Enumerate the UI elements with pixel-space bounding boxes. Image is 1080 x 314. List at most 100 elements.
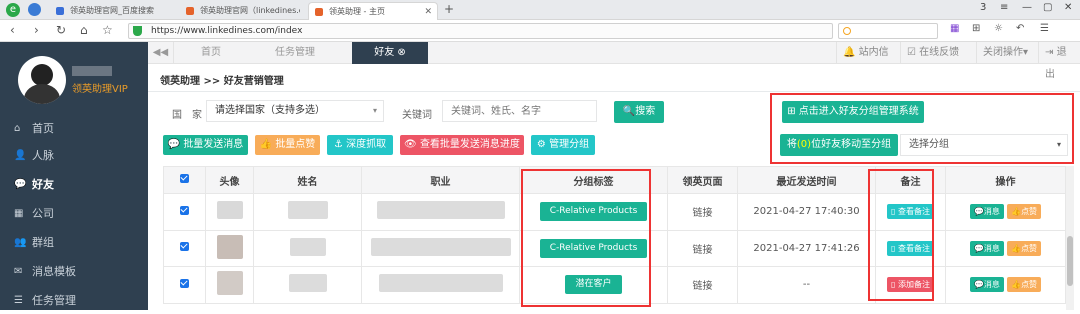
bell-icon: 🔔	[843, 47, 856, 58]
menu-icon[interactable]: ≡	[1000, 2, 1008, 13]
tab-label: 好友	[374, 47, 395, 58]
message-button[interactable]: 💬消息	[969, 204, 1004, 220]
batch-message-button[interactable]: 💬 批量发送消息	[163, 135, 248, 155]
sidebar-item-friends[interactable]: 💬 好友	[0, 172, 148, 198]
last-sent-time: --	[737, 266, 876, 304]
sidebar-item-label: 首页	[32, 122, 54, 135]
view-note-button[interactable]: ▯ 查看备注	[887, 240, 934, 256]
move-suffix: 位好友移动至分组	[811, 139, 892, 150]
inbox-link[interactable]: 🔔 站内信	[836, 42, 895, 64]
collapse-left-icon[interactable]: ◀◀	[148, 42, 174, 64]
sidebar-item-tasks[interactable]: ☰ 任务管理	[0, 288, 148, 314]
search-button[interactable]: 🔍搜索	[614, 101, 664, 123]
sidebar-item-contacts[interactable]: 👤 人脉	[0, 143, 148, 169]
browser-tab-3[interactable]: 领英助理 - 主页 ✕	[308, 2, 438, 20]
deep-crawl-button[interactable]: ⚓ 深度抓取	[327, 135, 393, 155]
inbox-label: 站内信	[858, 47, 889, 58]
thumbs-up-icon: 👍	[1011, 243, 1022, 253]
back-icon[interactable]: ‹	[10, 23, 15, 37]
new-tab-icon[interactable]: +	[444, 2, 454, 16]
close-tab-icon[interactable]: ⊗	[397, 47, 405, 58]
like-button[interactable]: 👍点赞	[1007, 240, 1042, 256]
forward-icon[interactable]: ›	[34, 23, 39, 37]
close-window-icon[interactable]: ✕	[1064, 2, 1072, 13]
message-label: 消息	[983, 280, 1000, 290]
note-label: 添加备注	[897, 280, 930, 290]
avatar[interactable]	[18, 56, 66, 104]
nav-arrow-icon[interactable]	[28, 3, 41, 16]
scrollbar-thumb[interactable]	[1067, 236, 1073, 286]
linkedin-link[interactable]: 链接	[667, 193, 738, 231]
feedback-link[interactable]: ☑ 在线反馈	[900, 42, 965, 64]
browser-tab-2[interactable]: 领英助理官网（linkedines.com	[180, 2, 300, 20]
group-tag[interactable]: C-Relative Products	[539, 202, 648, 222]
thumbs-up-icon: 👍	[1011, 207, 1022, 217]
message-button[interactable]: 💬消息	[969, 277, 1004, 293]
checkbox-icon[interactable]	[180, 174, 189, 183]
sidebar-item-company[interactable]: ▦ 公司	[0, 201, 148, 227]
linkedin-link[interactable]: 链接	[667, 229, 738, 267]
last-sent-time: 2021-04-27 17:41:26	[737, 229, 876, 267]
minimize-icon[interactable]: —	[1022, 2, 1032, 13]
url-text: https://www.linkedines.com/index	[151, 26, 303, 36]
tab-friends[interactable]: 好友 ⊗	[352, 42, 428, 64]
chat-bubble-icon: 💬	[973, 280, 984, 290]
browser-menu-icon[interactable]: ☰	[1040, 23, 1049, 34]
apps-icon[interactable]: ⊞	[972, 23, 980, 34]
tab-home[interactable]: 首页	[176, 42, 246, 64]
enter-group-system-button[interactable]: ⊞ 点击进入好友分组管理系统	[782, 101, 924, 123]
move-to-group-button[interactable]: 将(0)位好友移动至分组	[780, 134, 898, 156]
like-button[interactable]: 👍点赞	[1007, 204, 1042, 220]
keyword-input[interactable]	[442, 100, 597, 122]
like-button[interactable]: 👍点赞	[1007, 277, 1042, 293]
logout-link[interactable]: ⇥ 退出	[1038, 42, 1080, 80]
add-note-button[interactable]: ▯ 添加备注	[887, 277, 934, 293]
extension-icon[interactable]: ▦	[950, 23, 959, 34]
browser-tab-strip: e 领英助理官网_百度搜索 领英助理官网（linkedines.com 领英助理…	[0, 0, 1080, 20]
linkedin-link[interactable]: 链接	[667, 266, 738, 304]
eye-icon: 👁	[404, 139, 417, 150]
view-progress-button[interactable]: 👁 查看批量发送消息进度	[400, 135, 524, 155]
restore-icon[interactable]: ▢	[1043, 2, 1052, 13]
vertical-scrollbar[interactable]	[1066, 166, 1074, 310]
favorite-star-icon[interactable]: ☆	[102, 23, 113, 37]
sidebar-item-groups[interactable]: 👥 群组	[0, 230, 148, 256]
close-ops-dropdown[interactable]: 关闭操作▾	[976, 42, 1034, 64]
group-tag[interactable]: 潜在客户	[565, 275, 622, 295]
browser-tab-1[interactable]: 领英助理官网_百度搜索	[50, 2, 176, 20]
message-label: 消息	[983, 243, 1000, 253]
tab-tasks[interactable]: 任务管理	[248, 42, 342, 64]
row-checkbox[interactable]	[180, 278, 189, 288]
sidebar-item-label: 公司	[32, 207, 54, 220]
header-avatar: 头像	[205, 166, 254, 194]
occupation-blurred	[378, 274, 503, 293]
view-note-button[interactable]: ▯ 查看备注	[887, 204, 934, 220]
manage-groups-button[interactable]: ⚙ 管理分组	[531, 135, 595, 155]
close-tab-icon[interactable]: ✕	[424, 3, 432, 20]
select-all-checkbox[interactable]	[163, 166, 206, 194]
contacts-icon: 👤	[14, 150, 27, 161]
chevron-down-icon: ▾	[372, 106, 377, 115]
group-select[interactable]: 选择分组 ▾	[900, 134, 1068, 156]
sidebar-item-home[interactable]: ⌂ 首页	[0, 116, 148, 142]
message-button[interactable]: 💬消息	[969, 240, 1004, 256]
home-nav-icon[interactable]: ⌂	[80, 23, 88, 37]
batch-message-label: 批量发送消息	[183, 139, 244, 150]
deep-crawl-label: 深度抓取	[346, 139, 387, 150]
search-label: 搜索	[635, 106, 656, 117]
row-checkbox[interactable]	[180, 205, 189, 215]
row-checkbox[interactable]	[180, 242, 189, 252]
manage-groups-label: 管理分组	[549, 139, 590, 150]
friends-table: 头像 姓名 职业 分组标签 领英页面 最近发送时间 备注 操作 C-Relati…	[163, 166, 1066, 304]
theme-icon[interactable]: ☼	[994, 23, 1003, 34]
browser-search-box[interactable]	[838, 23, 938, 39]
url-field[interactable]: https://www.linkedines.com/index	[128, 23, 833, 39]
batch-like-button[interactable]: 👍 批量点赞	[255, 135, 320, 155]
sidebar-item-templates[interactable]: ✉ 消息模板	[0, 259, 148, 285]
country-select[interactable]: 请选择国家（支持多选） ▾	[206, 100, 384, 122]
refresh-icon[interactable]: ↻	[56, 23, 66, 37]
country-placeholder: 请选择国家（支持多选）	[215, 105, 325, 116]
undo-icon[interactable]: ↶	[1016, 23, 1024, 34]
like-label: 点赞	[1021, 207, 1038, 217]
group-tag[interactable]: C-Relative Products	[539, 238, 648, 258]
